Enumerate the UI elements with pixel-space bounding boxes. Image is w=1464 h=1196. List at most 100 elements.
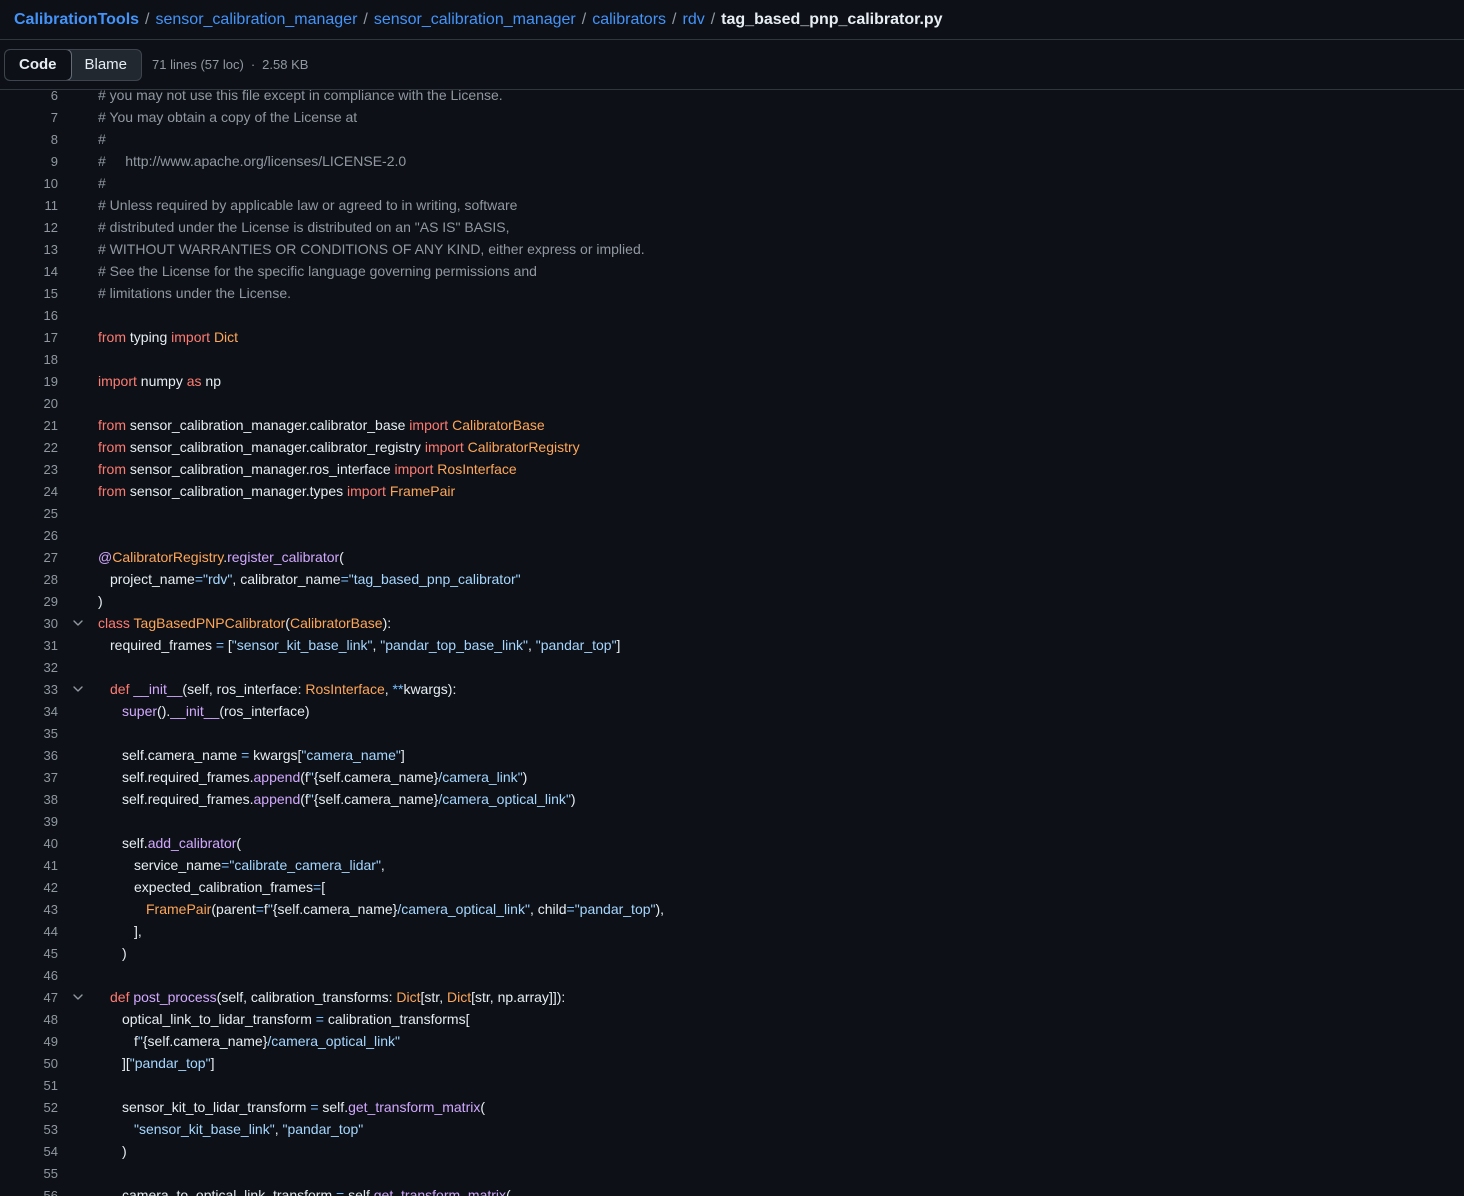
line-number[interactable]: 49: [0, 1034, 58, 1049]
line-number[interactable]: 43: [0, 902, 58, 917]
line-number[interactable]: 25: [0, 506, 58, 521]
line-number[interactable]: 53: [0, 1122, 58, 1137]
line-number[interactable]: 30: [0, 616, 58, 631]
line-number[interactable]: 27: [0, 550, 58, 565]
code-text: optical_link_to_lidar_transform = calibr…: [122, 1011, 470, 1027]
code-line: 42 expected_calibration_frames=[: [0, 876, 1464, 898]
code-text: # distributed under the License is distr…: [98, 219, 510, 235]
breadcrumb-repo-link[interactable]: CalibrationTools: [14, 11, 139, 29]
breadcrumb-link-rdv[interactable]: rdv: [682, 11, 704, 29]
code-text: project_name="rdv", calibrator_name="tag…: [110, 571, 521, 587]
code-line: 15 # limitations under the License.: [0, 282, 1464, 304]
line-number[interactable]: 29: [0, 594, 58, 609]
breadcrumb-link-sensor-calibration-manager-pkg[interactable]: sensor_calibration_manager: [374, 11, 576, 29]
line-number[interactable]: 12: [0, 220, 58, 235]
code-line: 8 #: [0, 128, 1464, 150]
code-line: 26: [0, 524, 1464, 546]
line-number[interactable]: 41: [0, 858, 58, 873]
code-text: sensor_kit_to_lidar_transform = self.get…: [122, 1099, 486, 1115]
line-number[interactable]: 48: [0, 1012, 58, 1027]
breadcrumb-link-sensor-calibration-manager[interactable]: sensor_calibration_manager: [156, 11, 358, 29]
code-line: 30 class TagBasedPNPCalibrator(Calibrator…: [0, 612, 1464, 634]
line-number[interactable]: 8: [0, 132, 58, 147]
line-number[interactable]: 20: [0, 396, 58, 411]
line-number[interactable]: 47: [0, 990, 58, 1005]
blame-view-button[interactable]: Blame: [71, 50, 142, 80]
line-number[interactable]: 52: [0, 1100, 58, 1115]
code-text: FramePair(parent=f"{self.camera_name}/ca…: [146, 901, 665, 917]
line-number[interactable]: 40: [0, 836, 58, 851]
code-line: 19 import numpy as np: [0, 370, 1464, 392]
line-number[interactable]: 26: [0, 528, 58, 543]
line-number[interactable]: 6: [0, 90, 58, 103]
line-number[interactable]: 28: [0, 572, 58, 587]
line-number[interactable]: 35: [0, 726, 58, 741]
line-number[interactable]: 33: [0, 682, 58, 697]
line-number[interactable]: 13: [0, 242, 58, 257]
code-line: 16: [0, 304, 1464, 326]
chevron-down-icon[interactable]: [58, 991, 98, 1003]
line-number[interactable]: 37: [0, 770, 58, 785]
code-line: 56 camera_to_optical_link_transform = sel…: [0, 1184, 1464, 1196]
line-number[interactable]: 24: [0, 484, 58, 499]
code-line: 53 "sensor_kit_base_link", "pandar_top": [0, 1118, 1464, 1140]
file-meta: 71 lines (57 loc) · 2.58 KB: [152, 57, 308, 72]
code-line: 20: [0, 392, 1464, 414]
line-number[interactable]: 45: [0, 946, 58, 961]
line-number[interactable]: 51: [0, 1078, 58, 1093]
code-lines: 6 # you may not use this file except in c…: [0, 90, 1464, 1196]
line-number[interactable]: 16: [0, 308, 58, 323]
code-text: self.required_frames.append(f"{self.came…: [122, 791, 576, 807]
line-number[interactable]: 14: [0, 264, 58, 279]
chevron-down-icon[interactable]: [58, 617, 98, 629]
line-number[interactable]: 54: [0, 1144, 58, 1159]
code-line: 54): [0, 1140, 1464, 1162]
chevron-down-icon[interactable]: [58, 683, 98, 695]
line-number[interactable]: 31: [0, 638, 58, 653]
code-text: required_frames = ["sensor_kit_base_link…: [110, 637, 621, 653]
line-number[interactable]: 10: [0, 176, 58, 191]
code-line: 27 @CalibratorRegistry.register_calibrato…: [0, 546, 1464, 568]
code-view-button[interactable]: Code: [5, 49, 72, 80]
breadcrumb-link-calibrators[interactable]: calibrators: [592, 11, 666, 29]
code-line: 55: [0, 1162, 1464, 1184]
line-number[interactable]: 50: [0, 1056, 58, 1071]
line-number[interactable]: 9: [0, 154, 58, 169]
line-number[interactable]: 32: [0, 660, 58, 675]
line-number[interactable]: 56: [0, 1188, 58, 1196]
code-text: ): [98, 593, 103, 609]
line-number[interactable]: 19: [0, 374, 58, 389]
line-number[interactable]: 18: [0, 352, 58, 367]
line-number[interactable]: 17: [0, 330, 58, 345]
code-line: 52 sensor_kit_to_lidar_transform = self.g…: [0, 1096, 1464, 1118]
code-text: # See the License for the specific langu…: [98, 263, 537, 279]
line-number[interactable]: 23: [0, 462, 58, 477]
code-line: 22 from sensor_calibration_manager.calibr…: [0, 436, 1464, 458]
line-number[interactable]: 22: [0, 440, 58, 455]
line-number[interactable]: 7: [0, 110, 58, 125]
code-line: 23 from sensor_calibration_manager.ros_in…: [0, 458, 1464, 480]
code-line: 17 from typing import Dict: [0, 326, 1464, 348]
line-number[interactable]: 15: [0, 286, 58, 301]
line-number[interactable]: 55: [0, 1166, 58, 1181]
code-view[interactable]: 6 # you may not use this file except in c…: [0, 90, 1464, 1196]
code-line: 13 # WITHOUT WARRANTIES OR CONDITIONS OF …: [0, 238, 1464, 260]
code-line: 10 #: [0, 172, 1464, 194]
code-text: # you may not use this file except in co…: [98, 90, 503, 103]
line-number[interactable]: 44: [0, 924, 58, 939]
line-number[interactable]: 11: [0, 198, 59, 213]
code-text: self.camera_name = kwargs["camera_name"]: [122, 747, 405, 763]
line-number[interactable]: 42: [0, 880, 58, 895]
line-number[interactable]: 36: [0, 748, 58, 763]
breadcrumb-separator: /: [363, 10, 368, 28]
code-text: service_name="calibrate_camera_lidar",: [134, 857, 385, 873]
file-toolbar: Code Blame 71 lines (57 loc) · 2.58 KB: [0, 40, 1464, 90]
line-number[interactable]: 38: [0, 792, 58, 807]
line-number[interactable]: 46: [0, 968, 58, 983]
line-number[interactable]: 39: [0, 814, 58, 829]
line-number[interactable]: 21: [0, 418, 58, 433]
code-line: 39: [0, 810, 1464, 832]
line-number[interactable]: 34: [0, 704, 58, 719]
code-line: 50]["pandar_top"]: [0, 1052, 1464, 1074]
code-line: 45): [0, 942, 1464, 964]
